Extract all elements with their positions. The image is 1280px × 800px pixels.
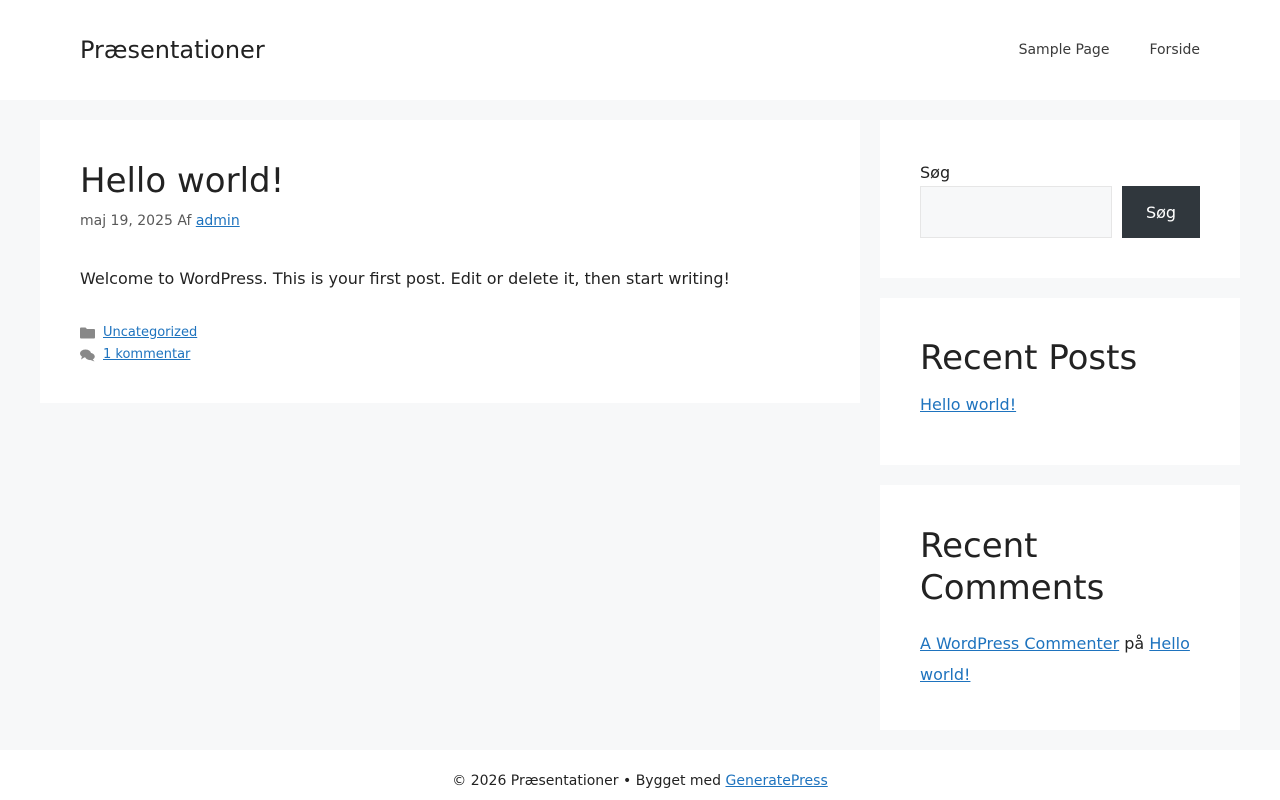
recent-post-link[interactable]: Hello world! — [920, 395, 1016, 414]
footer-generatepress-link[interactable]: GeneratePress — [726, 773, 828, 789]
recent-comments-title: Recent Comments — [920, 526, 1105, 608]
recent-posts-list: Hello world! — [920, 394, 1200, 416]
post-comments-link[interactable]: 1 kommentar — [103, 344, 190, 366]
site-title[interactable]: Præsentationer — [80, 35, 265, 65]
recent-posts-title: Recent Posts — [920, 338, 1138, 378]
comment-author-link[interactable]: A WordPress Commenter — [920, 634, 1119, 653]
site-header: Præsentationer Sample Page Forside — [0, 0, 1280, 100]
post-comments-line: 1 kommentar — [80, 344, 820, 366]
post-title[interactable]: Hello world! — [80, 160, 820, 202]
search-label: Søg — [920, 163, 951, 182]
comment-on-label: på — [1124, 634, 1145, 653]
post-by-label: Af — [177, 213, 192, 229]
nav-item-sample-page[interactable]: Sample Page — [1019, 40, 1110, 60]
post-meta: maj 19, 2025 Af admin — [80, 212, 820, 230]
search-row: Søg — [920, 186, 1200, 238]
post-date: maj 19, 2025 — [80, 213, 173, 229]
site-footer: © 2026 Præsentationer • Bygget med Gener… — [0, 750, 1280, 800]
post-category-link[interactable]: Uncategorized — [103, 322, 197, 344]
nav-item-forside[interactable]: Forside — [1149, 40, 1200, 60]
search-button[interactable]: Søg — [1122, 186, 1200, 238]
post-footer: Uncategorized 1 kommentar — [80, 322, 820, 366]
list-item: A WordPress Commenter på Hello world! — [920, 628, 1200, 690]
list-item: Hello world! — [920, 394, 1200, 416]
main-navigation: Sample Page Forside — [1019, 40, 1200, 60]
recent-comments-widget: Recent Comments A WordPress Commenter på… — [880, 485, 1240, 730]
post-article: Hello world! maj 19, 2025 Af admin Welco… — [40, 120, 860, 403]
footer-copyright: © 2026 Præsentationer • Bygget med — [452, 773, 722, 789]
search-widget: Søg Søg — [880, 120, 1240, 278]
folder-icon — [80, 322, 95, 344]
comments-icon — [80, 344, 95, 366]
post-category-line: Uncategorized — [80, 322, 820, 344]
recent-posts-widget: Recent Posts Hello world! — [880, 298, 1240, 465]
search-input[interactable] — [920, 186, 1112, 238]
post-author-link[interactable]: admin — [196, 213, 240, 229]
recent-comments-list: A WordPress Commenter på Hello world! — [920, 628, 1200, 690]
post-content: Welcome to WordPress. This is your first… — [80, 269, 730, 288]
